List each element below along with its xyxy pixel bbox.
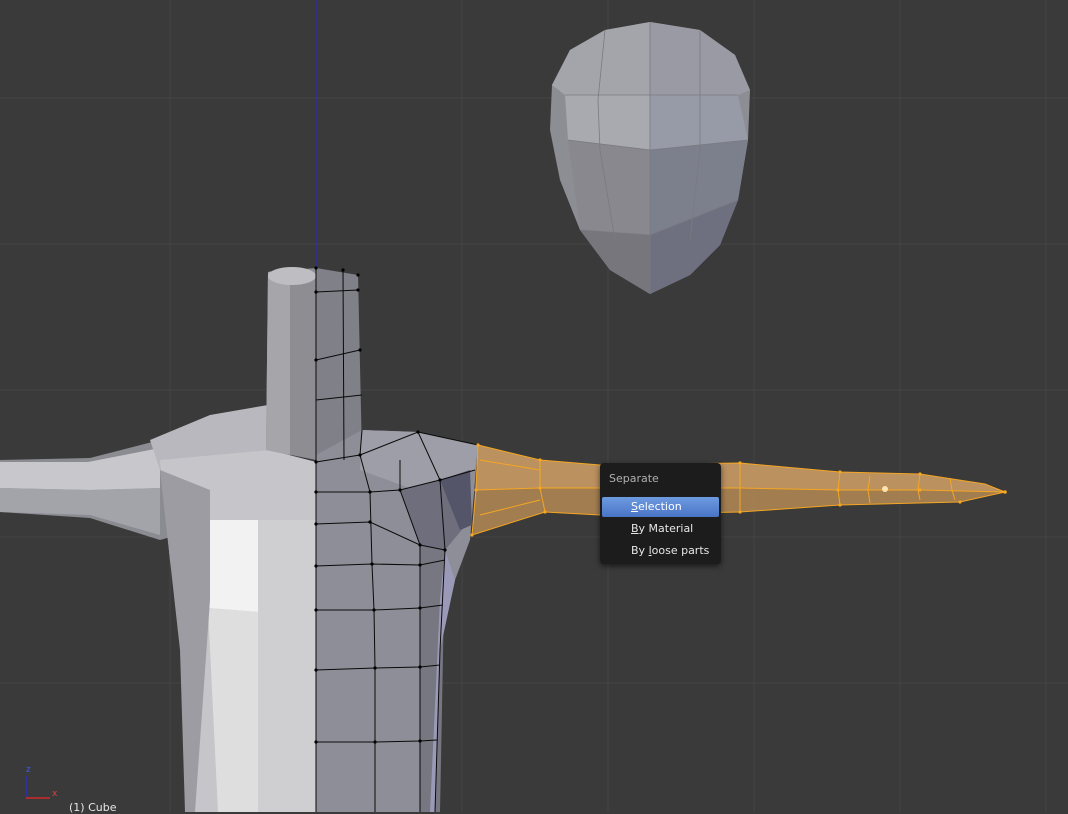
menu-item-by-loose-parts[interactable]: By loose parts bbox=[602, 541, 719, 561]
grid bbox=[0, 0, 1068, 812]
head-mesh[interactable] bbox=[550, 22, 750, 294]
separate-menu: Separate Selection By Material By loose … bbox=[600, 463, 721, 564]
menu-item-by-material[interactable]: By Material bbox=[602, 519, 719, 539]
axis-gizmo-icon: z x bbox=[25, 765, 58, 799]
axis-z-label: z bbox=[26, 765, 31, 775]
active-object-label: (1) Cube bbox=[69, 801, 117, 814]
3d-viewport[interactable]: z x bbox=[0, 0, 1068, 812]
menu-item-selection[interactable]: Selection bbox=[602, 497, 719, 517]
selected-arm-mesh[interactable] bbox=[470, 443, 1007, 537]
body-mesh[interactable] bbox=[0, 266, 479, 812]
axis-x-label: x bbox=[52, 789, 58, 799]
menu-title: Separate bbox=[609, 472, 659, 485]
